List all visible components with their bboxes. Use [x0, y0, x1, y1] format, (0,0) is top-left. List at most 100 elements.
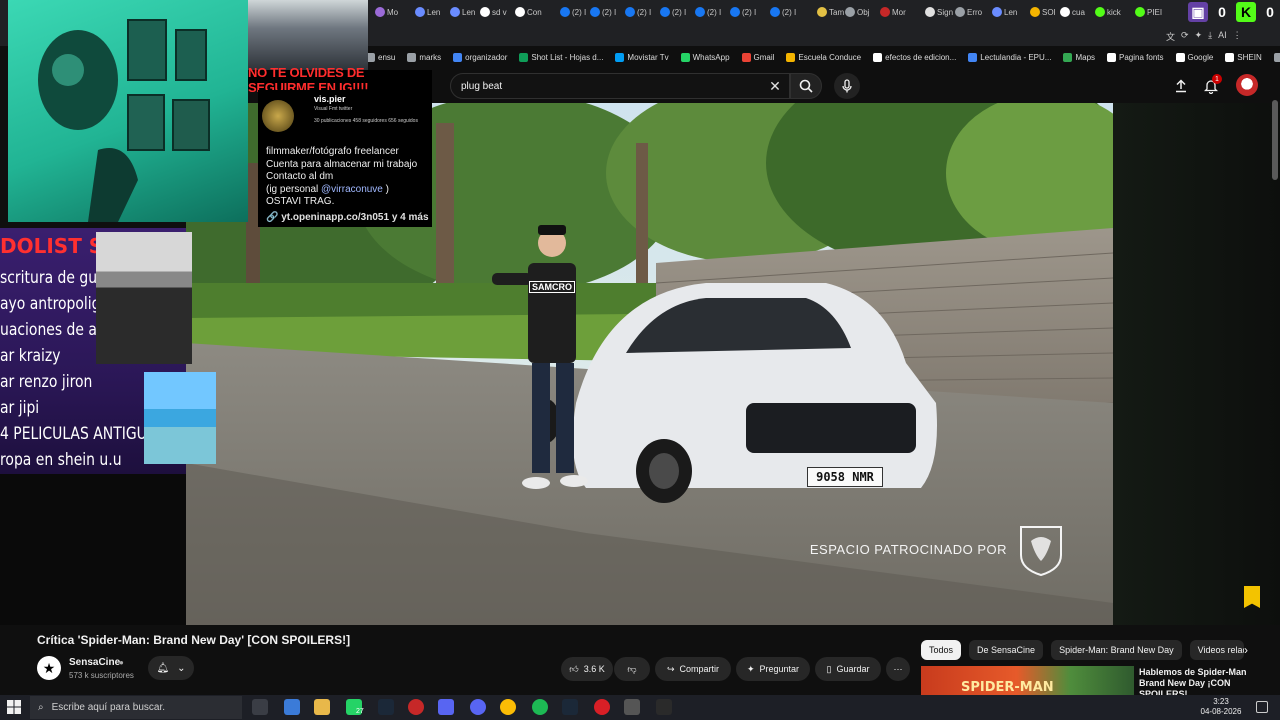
- steam-icon[interactable]: [378, 699, 394, 715]
- browser-tab[interactable]: Con: [515, 4, 542, 20]
- opera-icon[interactable]: [594, 699, 610, 715]
- browser-tab[interactable]: Len: [992, 4, 1017, 20]
- like-button[interactable]: 👍︎ 3.6 K: [561, 657, 613, 681]
- bookmark-favicon-icon: [741, 52, 751, 62]
- save-button[interactable]: ▯ Guardar: [815, 657, 881, 681]
- search-button[interactable]: [790, 73, 822, 99]
- settings-icon[interactable]: [624, 699, 640, 715]
- download-icon[interactable]: ⤓: [1208, 30, 1212, 43]
- browser-tab[interactable]: kick: [1095, 4, 1121, 20]
- bookmark-favicon-icon: [1225, 52, 1235, 62]
- bookmark-item[interactable]: Lectulandia - EPU...: [968, 52, 1051, 62]
- chip-topic[interactable]: Spider-Man: Brand New Day: [1051, 640, 1182, 660]
- browser-tab[interactable]: sd v: [480, 4, 507, 20]
- bookmark-item[interactable]: organizador: [453, 52, 507, 62]
- chip-related[interactable]: Videos relac: [1189, 640, 1244, 660]
- bookmark-item[interactable]: SHEIN: [1225, 52, 1262, 62]
- bookmark-item[interactable]: ensu: [366, 52, 395, 62]
- ask-button[interactable]: ✦ Preguntar: [736, 657, 810, 681]
- bookmark-item[interactable]: Escuela Conduce: [786, 52, 861, 62]
- bookmark-item[interactable]: Addons: [1273, 52, 1280, 62]
- subscription-bell-button[interactable]: 🔔︎ ⌄: [148, 656, 194, 680]
- discord-icon[interactable]: [470, 699, 486, 715]
- taskbar-search[interactable]: ⌕ Escribe aquí para buscar.: [30, 696, 242, 719]
- steam-icon-2[interactable]: [562, 699, 578, 715]
- chip-all[interactable]: Todos: [921, 640, 962, 660]
- kick-extension-icon[interactable]: K: [1236, 2, 1256, 22]
- browser-tab[interactable]: cua: [1060, 4, 1085, 20]
- bookmark-item[interactable]: Shot List - Hojas d...: [519, 52, 603, 62]
- page-scrollbar[interactable]: [1272, 100, 1278, 180]
- file-explorer-icon[interactable]: [314, 699, 330, 715]
- browser-tab[interactable]: Mor: [880, 4, 906, 20]
- translate-icon[interactable]: 文: [1166, 30, 1175, 43]
- bookmark-item[interactable]: Gmail: [741, 52, 774, 62]
- task-view-icon[interactable]: [252, 699, 268, 715]
- browser-tab[interactable]: (2) I: [560, 4, 586, 20]
- more-actions-button[interactable]: ⋯: [886, 657, 910, 681]
- browser-tab[interactable]: (2) I: [625, 4, 651, 20]
- browser-tab[interactable]: (2) I: [730, 4, 756, 20]
- search-value: plug beat: [461, 80, 503, 92]
- chrome-icon[interactable]: [500, 699, 516, 715]
- tab-favicon-icon: [515, 7, 525, 17]
- browser-tab[interactable]: (2) I: [660, 4, 686, 20]
- chevron-right-icon[interactable]: ›: [1238, 640, 1254, 660]
- whatsapp-badge: 27: [356, 708, 364, 715]
- app-icon[interactable]: [438, 699, 454, 715]
- bookmark-label: Movistar Tv: [627, 52, 669, 62]
- sparkle-icon: ✦: [746, 663, 755, 674]
- bookmark-item[interactable]: efectos de edicion...: [873, 52, 956, 62]
- voice-search-button[interactable]: [834, 73, 860, 99]
- browser-tab[interactable]: Tam: [817, 4, 844, 20]
- windows-start-icon[interactable]: [6, 699, 22, 715]
- recommendation-title[interactable]: Hablemos de Spider-Man Brand New Day ¡CO…: [1139, 667, 1249, 695]
- browser-tab[interactable]: PIEI: [1135, 4, 1162, 20]
- recommendation-thumbnail[interactable]: SPIDER-MAN: [921, 666, 1134, 696]
- bookmark-item[interactable]: Pagina fonts: [1107, 52, 1164, 62]
- spotify-icon[interactable]: [532, 699, 548, 715]
- bookmark-item[interactable]: WhatsApp: [680, 52, 730, 62]
- epic-games-icon[interactable]: [656, 699, 672, 715]
- browser-tab[interactable]: Mo: [375, 4, 398, 20]
- menu-icon[interactable]: ⋮: [1233, 30, 1242, 43]
- channel-avatar[interactable]: ★: [37, 656, 61, 680]
- todo-item: ropa en shein u.u: [0, 450, 122, 470]
- browser-tab[interactable]: Len: [450, 4, 475, 20]
- search-input[interactable]: plug beat: [450, 73, 790, 99]
- channel-name[interactable]: SensaCine: [69, 657, 120, 668]
- davinci-icon[interactable]: [408, 699, 424, 715]
- browser-tab[interactable]: (2) I: [695, 4, 721, 20]
- clear-search-icon[interactable]: ✕: [765, 76, 785, 96]
- bookmark-favicon-icon: [1175, 52, 1185, 62]
- twitch-extension-icon[interactable]: ▣: [1188, 2, 1208, 22]
- browser-tab[interactable]: Len: [415, 4, 440, 20]
- browser-tab[interactable]: SOI: [1030, 4, 1056, 20]
- refresh-icon[interactable]: ⟳: [1181, 30, 1189, 43]
- browser-tab[interactable]: Obj: [845, 4, 869, 20]
- dislike-button[interactable]: 👎︎: [614, 657, 650, 681]
- ai-button[interactable]: AI: [1218, 30, 1227, 43]
- bookmark-label: WhatsApp: [692, 52, 730, 62]
- puzzle-icon[interactable]: ✦: [1195, 30, 1203, 43]
- bookmark-item[interactable]: Movistar Tv: [615, 52, 669, 62]
- chip-from-channel[interactable]: De SensaCine: [969, 640, 1044, 660]
- save-icon: ▯: [826, 663, 832, 674]
- bookmark-item[interactable]: Google: [1175, 52, 1213, 62]
- taskbar-search-placeholder: Escribe aquí para buscar.: [51, 702, 166, 713]
- profile-avatar[interactable]: [1236, 74, 1258, 96]
- bookmark-favicon-icon: [615, 52, 625, 62]
- browser-tab[interactable]: Sign: [925, 4, 953, 20]
- browser-tab[interactable]: Erro: [955, 4, 982, 20]
- bookmark-item[interactable]: Maps: [1063, 52, 1095, 62]
- clock-date: 04-08-2026: [1200, 707, 1242, 716]
- upload-button[interactable]: [1170, 76, 1192, 96]
- system-clock[interactable]: 3:23 04-08-2026: [1196, 697, 1246, 717]
- browser-tab[interactable]: (2) I: [770, 4, 796, 20]
- notification-center-icon[interactable]: [1256, 701, 1268, 713]
- browser-tab[interactable]: (2) I: [590, 4, 616, 20]
- bookmark-item[interactable]: marks: [407, 52, 441, 62]
- share-button[interactable]: ↪ Compartir: [655, 657, 731, 681]
- edge-icon[interactable]: [284, 699, 300, 715]
- tab-label: Con: [527, 7, 542, 17]
